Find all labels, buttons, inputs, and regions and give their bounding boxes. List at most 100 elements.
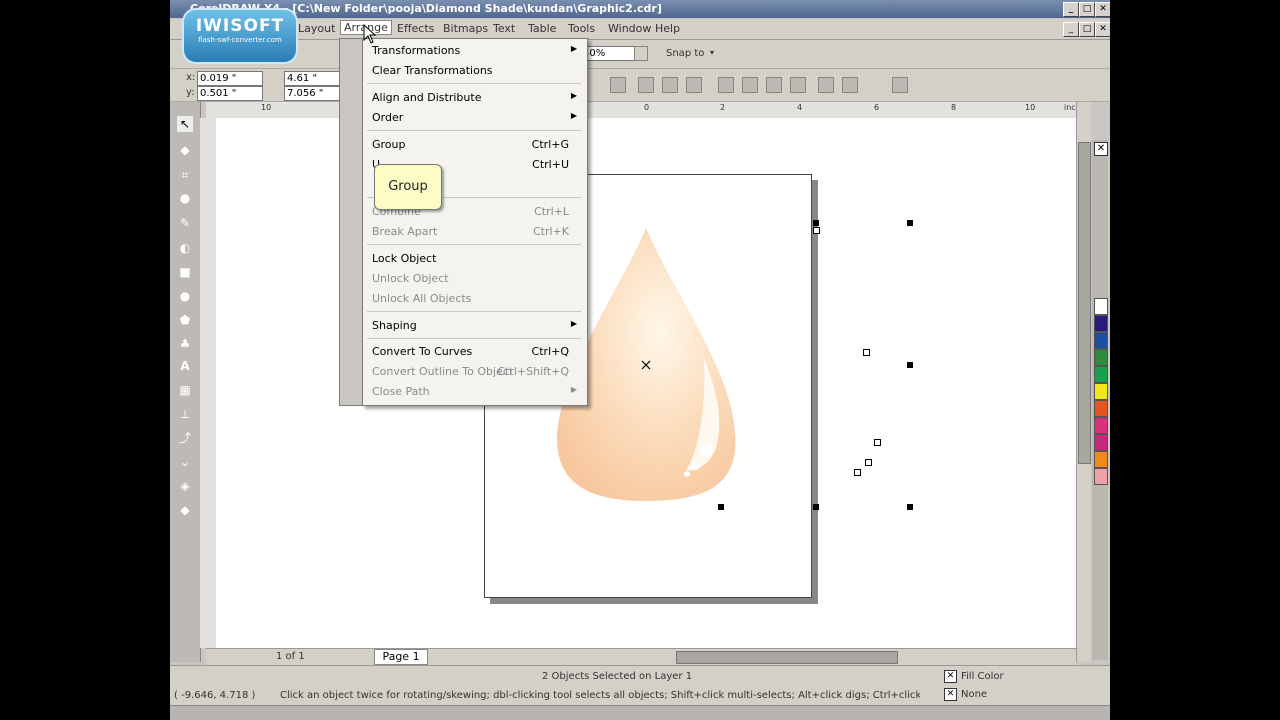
cursor-coordinates: ( -9.646, 4.718 ) [174, 690, 256, 701]
height-field[interactable]: 7.056 " [284, 86, 346, 101]
boundary-icon[interactable] [790, 77, 806, 93]
color-swatch[interactable] [1094, 468, 1108, 485]
doc-restore-button[interactable]: □ [1079, 22, 1095, 37]
menu-table[interactable]: Table [528, 22, 556, 35]
ruler-tick: 6 [874, 103, 880, 112]
minimize-button[interactable]: _ [1063, 2, 1079, 17]
zoom-dropdown-arrow[interactable] [634, 46, 648, 61]
outline-tool-icon[interactable]: ◈ [177, 478, 193, 494]
table-tool-icon[interactable]: ▦ [177, 382, 193, 398]
menu-window[interactable]: Window [608, 22, 651, 35]
vertical-scrollbar[interactable] [1076, 102, 1091, 662]
title-bar: CorelDRAW X4 - [C:\New Folder\pooja\Diam… [170, 0, 1110, 18]
menu-item-order[interactable]: Order ▶ [371, 109, 577, 127]
text-tool-icon[interactable]: A [177, 358, 193, 374]
menu-item-transformations[interactable]: Transformations ▶ [371, 42, 577, 60]
trim-icon[interactable] [662, 77, 678, 93]
basic-shapes-tool-icon[interactable]: ♣ [177, 336, 193, 352]
color-swatch[interactable] [1094, 400, 1108, 417]
weld-icon[interactable] [638, 77, 654, 93]
iwisoft-logo: IWISOFT flash-swf-converter.com [182, 8, 298, 64]
crop-tool-icon[interactable]: ⌗ [177, 167, 193, 183]
drop-bubble [684, 471, 690, 477]
ruler-tick: 4 [797, 103, 803, 112]
pick-tool-icon[interactable]: ↖ [177, 116, 193, 132]
close-button[interactable]: ✕ [1095, 2, 1110, 17]
vertical-scroll-thumb[interactable] [1078, 142, 1091, 464]
rectangle-tool-icon[interactable]: ■ [177, 264, 193, 280]
connector-tool-icon[interactable]: ⤴ [177, 430, 193, 446]
doc-close-button[interactable]: ✕ [1095, 22, 1110, 37]
no-color-swatch[interactable]: ✕ [1094, 142, 1108, 156]
menu-layout[interactable]: Layout [298, 22, 335, 35]
selection-handle[interactable] [718, 504, 724, 510]
selection-handle[interactable] [907, 220, 913, 226]
shape-tool-icon[interactable]: ◆ [177, 142, 193, 158]
color-swatch[interactable] [1094, 417, 1108, 434]
menu-tools[interactable]: Tools [568, 22, 595, 35]
polygon-tool-icon[interactable]: ⬟ [177, 312, 193, 328]
menu-item-shaping[interactable]: Shaping ▶ [371, 317, 577, 335]
selection-status: 2 Objects Selected on Layer 1 [542, 671, 693, 682]
selection-handle[interactable] [813, 220, 819, 226]
node-handle[interactable] [874, 439, 881, 446]
menu-text[interactable]: Text [493, 22, 515, 35]
align-left-icon[interactable] [610, 77, 626, 93]
group-icon[interactable] [818, 77, 834, 93]
tab-page-1[interactable]: Page 1 [374, 649, 428, 665]
color-swatch[interactable] [1094, 349, 1108, 366]
ellipse-tool-icon[interactable]: ● [177, 288, 193, 304]
chevron-down-icon[interactable]: ▾ [710, 48, 714, 57]
outline-swatch-icon[interactable]: ✕ [944, 688, 957, 701]
color-swatch[interactable] [1094, 298, 1108, 315]
fill-tool-icon[interactable]: ◆ [177, 502, 193, 518]
ungroup-icon[interactable] [842, 77, 858, 93]
selection-handle[interactable] [907, 362, 913, 368]
color-swatch[interactable] [1094, 434, 1108, 451]
menu-bitmaps[interactable]: Bitmaps [443, 22, 488, 35]
align-distribute-icon[interactable] [892, 77, 908, 93]
snap-to-dropdown[interactable]: Snap to [666, 48, 704, 59]
color-swatch[interactable] [1094, 366, 1108, 383]
dimension-tool-icon[interactable]: ⟂ [177, 406, 193, 422]
intersect-icon[interactable] [686, 77, 702, 93]
eyedropper-tool-icon[interactable]: ⌄ [177, 454, 193, 470]
menu-item-convert-to-curves[interactable]: Convert To Curves Ctrl+Q [371, 343, 577, 361]
color-swatch[interactable] [1094, 315, 1108, 332]
width-field[interactable]: 4.61 " [284, 71, 346, 86]
color-swatch[interactable] [1094, 383, 1108, 400]
selection-handle[interactable] [907, 504, 913, 510]
menu-help[interactable]: Help [655, 22, 680, 35]
node-handle[interactable] [813, 227, 820, 234]
menu-item-group[interactable]: Group Ctrl+G [371, 136, 577, 154]
menu-item-break-apart[interactable]: Break Apart Ctrl+K [371, 223, 577, 241]
fill-swatch-icon[interactable]: ✕ [944, 670, 957, 683]
color-swatch[interactable] [1094, 332, 1108, 349]
color-swatch[interactable] [1094, 451, 1108, 468]
status-bar: 2 Objects Selected on Layer 1 ( -9.646, … [170, 665, 1110, 706]
node-handle[interactable] [854, 469, 861, 476]
selection-handle[interactable] [813, 504, 819, 510]
zoom-tool-icon[interactable]: ● [177, 190, 193, 206]
smart-fill-tool-icon[interactable]: ◐ [177, 240, 193, 256]
node-handle[interactable] [863, 349, 870, 356]
menu-item-lock-object[interactable]: Lock Object [371, 250, 577, 268]
front-minus-back-icon[interactable] [742, 77, 758, 93]
simplify-icon[interactable] [718, 77, 734, 93]
y-position-field[interactable]: 0.501 " [197, 86, 263, 101]
menu-item-close-path[interactable]: Close Path ▶ [371, 383, 577, 401]
menu-item-convert-outline[interactable]: Convert Outline To Object Ctrl+Shift+Q [371, 363, 577, 381]
menu-effects[interactable]: Effects [397, 22, 434, 35]
maximize-button[interactable]: □ [1079, 2, 1095, 17]
ruler-tick: 0 [644, 103, 650, 112]
doc-minimize-button[interactable]: _ [1063, 22, 1079, 37]
horizontal-scroll-thumb[interactable] [676, 651, 898, 664]
back-minus-front-icon[interactable] [766, 77, 782, 93]
menu-item-unlock-all[interactable]: Unlock All Objects [371, 290, 577, 308]
freehand-tool-icon[interactable]: ✎ [177, 215, 193, 231]
menu-item-unlock-object[interactable]: Unlock Object [371, 270, 577, 288]
node-handle[interactable] [865, 459, 872, 466]
x-position-field[interactable]: 0.019 " [197, 71, 263, 86]
menu-item-align-distribute[interactable]: Align and Distribute ▶ [371, 89, 577, 107]
menu-item-clear-transformations[interactable]: Clear Transformations [371, 62, 577, 80]
